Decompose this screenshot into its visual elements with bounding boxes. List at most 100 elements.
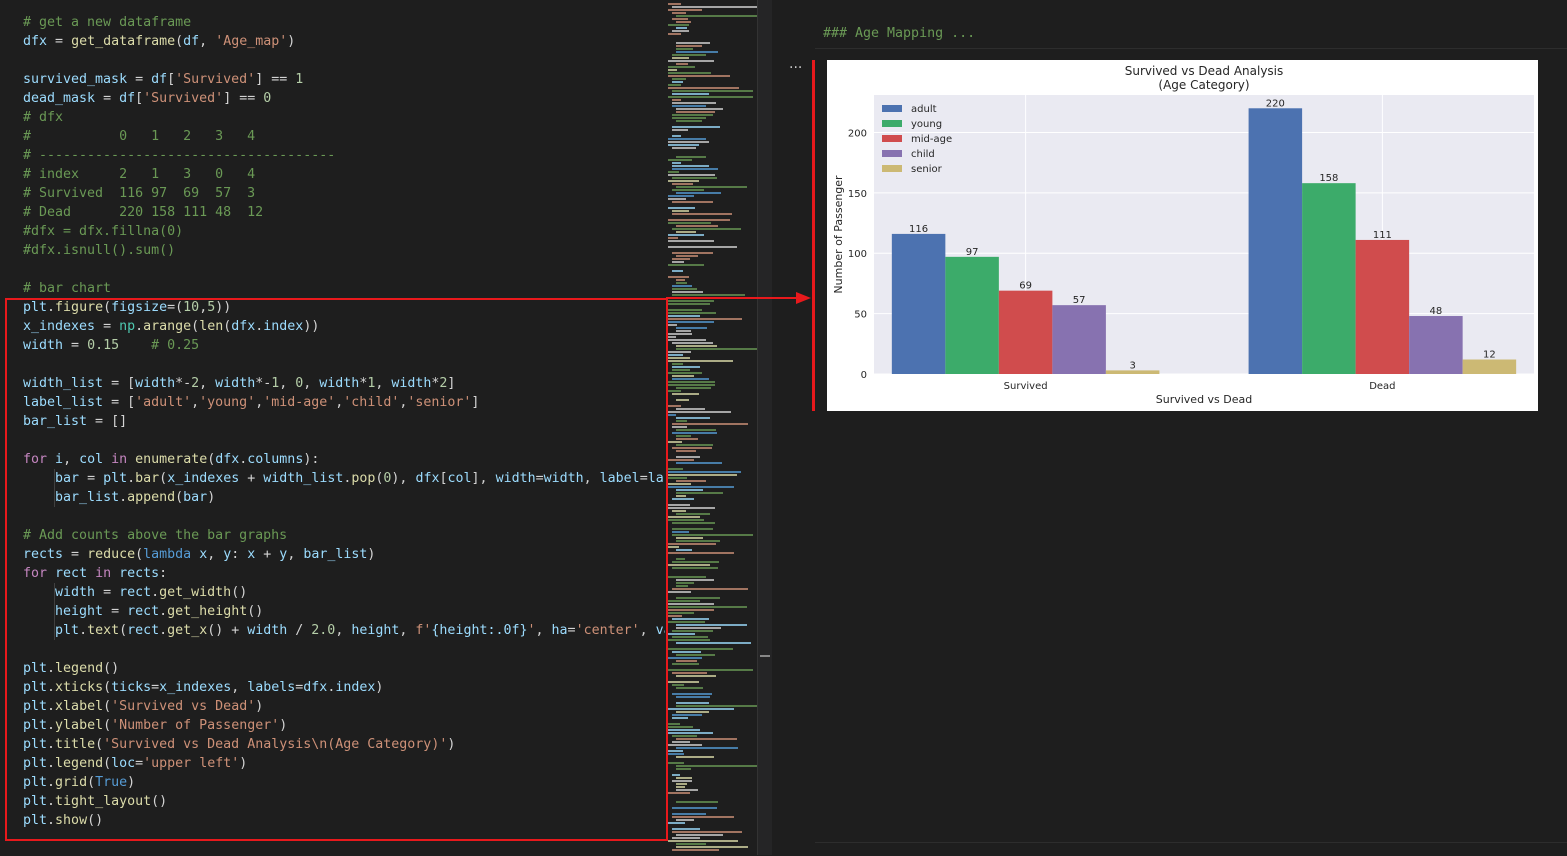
code-line[interactable]: # ------------------------------------- (23, 146, 665, 165)
minimap-line (672, 618, 709, 620)
code-token: () (151, 794, 168, 809)
code-line[interactable]: height = rect.get_height() (23, 602, 665, 621)
code-line[interactable]: plt.legend() (23, 659, 665, 678)
next-cell[interactable] (815, 842, 1567, 856)
code-line[interactable]: # Add counts above the bar graphs (23, 526, 665, 545)
code-line[interactable]: survived_mask = df['Survived'] == 1 (23, 70, 665, 89)
minimap-line (672, 114, 714, 116)
code-editor[interactable]: # get a new dataframe dfx = get_dataframe… (0, 0, 665, 855)
legend-swatch-adult (882, 105, 902, 112)
code-line[interactable]: dead_mask = df['Survived'] == 0 (23, 89, 665, 108)
editor-scrollbar[interactable] (757, 0, 772, 855)
minimap-line (676, 27, 688, 29)
code-line[interactable]: plt.text(rect.get_x() + width / 2.0, hei… (23, 621, 665, 640)
code-line[interactable]: for i, col in enumerate(dfx.columns): (23, 450, 665, 469)
minimap-line (676, 282, 688, 284)
minimap-line (668, 726, 693, 728)
code-line[interactable]: bar_list = [] (23, 412, 665, 431)
code-line[interactable]: bar_list.append(bar) (23, 488, 665, 507)
minimap-line (676, 801, 719, 803)
code-token: () (87, 813, 104, 828)
bar-value-label: 220 (1266, 98, 1285, 109)
code-token: 2 (191, 376, 200, 391)
minimap-line (668, 729, 700, 731)
legend-swatch-young (882, 120, 902, 127)
code-token: ] (471, 395, 480, 410)
code-line[interactable]: # dfx (23, 108, 665, 127)
code-line[interactable]: #dfx = dfx.fillna(0) (23, 222, 665, 241)
code-token: {height:.0f} (431, 623, 528, 638)
code-line[interactable]: label_list = ['adult','young','mid-age',… (23, 393, 665, 412)
code-line[interactable]: plt.title('Survived vs Dead Analysis\n(A… (23, 735, 665, 754)
minimap-line (672, 693, 712, 695)
code-line[interactable]: width = rect.get_width() (23, 583, 665, 602)
code-line[interactable]: plt.ylabel('Number of Passenger') (23, 716, 665, 735)
code-line[interactable]: # 0 1 2 3 4 (23, 127, 665, 146)
code-line[interactable]: plt.xlabel('Survived vs Dead') (23, 697, 665, 716)
legend-swatch-senior (882, 165, 902, 172)
code-line[interactable]: # index 2 1 3 0 4 (23, 165, 665, 184)
code-line[interactable]: # get a new dataframe (23, 13, 665, 32)
code-line[interactable]: plt.show() (23, 811, 665, 830)
markdown-cell[interactable]: ### Age Mapping ... (815, 20, 1567, 49)
code-line[interactable] (23, 640, 665, 659)
code-line[interactable]: plt.figure(figsize=(10,5)) (23, 298, 665, 317)
minimap-line (676, 777, 692, 779)
code-line[interactable]: for rect in rects: (23, 564, 665, 583)
code-token: 'Survived' (143, 91, 224, 106)
minimap-line (668, 840, 738, 842)
cell-more-actions-button[interactable]: ... (789, 56, 802, 72)
code-line[interactable]: width_list = [width*-2, width*-1, 0, wid… (23, 374, 665, 393)
minimap[interactable] (665, 0, 757, 855)
code-token: # Dead 220 158 111 48 12 (23, 205, 264, 220)
code-line[interactable]: # bar chart (23, 279, 665, 298)
minimap-line (676, 675, 716, 677)
bar-mid-age (1355, 239, 1410, 374)
code-token: df (119, 91, 136, 106)
code-token: , (639, 623, 656, 638)
code-line[interactable]: # Dead 220 158 111 48 12 (23, 203, 665, 222)
minimap-line (672, 561, 720, 563)
bar-young (1302, 183, 1356, 374)
code-line[interactable]: plt.grid(True) (23, 773, 665, 792)
minimap-line (672, 93, 709, 95)
minimap-line (672, 672, 707, 674)
code-line[interactable] (23, 507, 665, 526)
minimap-line (672, 135, 682, 137)
code-line[interactable]: # Survived 116 97 69 57 3 (23, 184, 665, 203)
code-token: , (191, 395, 200, 410)
code-line[interactable] (23, 51, 665, 70)
code-line[interactable]: plt.xticks(ticks=x_indexes, labels=dfx.i… (23, 678, 665, 697)
code-token: 'senior' (407, 395, 472, 410)
code-line[interactable]: x_indexes = np.arange(len(dfx.index)) (23, 317, 665, 336)
code-line[interactable]: plt.tight_layout() (23, 792, 665, 811)
code-token: 'Age_map' (215, 34, 288, 49)
minimap-line (668, 507, 715, 509)
minimap-line (668, 606, 747, 608)
code-line[interactable]: bar = plt.bar(x_indexes + width_list.pop… (23, 469, 665, 488)
code-line[interactable]: dfx = get_dataframe(df, 'Age_map') (23, 32, 665, 51)
minimap-line (668, 681, 700, 683)
bar-value-label: 158 (1319, 173, 1338, 184)
minimap-line (672, 54, 706, 56)
code-line[interactable]: rects = reduce(lambda x, y: x + y, bar_l… (23, 545, 665, 564)
code-line[interactable] (23, 355, 665, 374)
minimap-line (672, 102, 717, 104)
code-token: , (231, 680, 248, 695)
code-token: width_list (263, 471, 344, 486)
code-line[interactable]: width = 0.15 # 0.25 (23, 336, 665, 355)
code-line[interactable]: #dfx.isnull().sum() (23, 241, 665, 260)
code-token: columns (247, 452, 304, 467)
code-line[interactable] (23, 260, 665, 279)
code-line[interactable] (23, 431, 665, 450)
minimap-line (672, 81, 683, 83)
code-line[interactable]: plt.legend(loc='upper left') (23, 754, 665, 773)
code-token: . (47, 737, 56, 752)
code-block[interactable]: # get a new dataframe dfx = get_dataframe… (23, 13, 665, 830)
minimap-line (668, 603, 714, 605)
code-token: ) (367, 547, 376, 562)
y-tick-label: 150 (848, 189, 867, 200)
minimap-line (676, 687, 704, 689)
